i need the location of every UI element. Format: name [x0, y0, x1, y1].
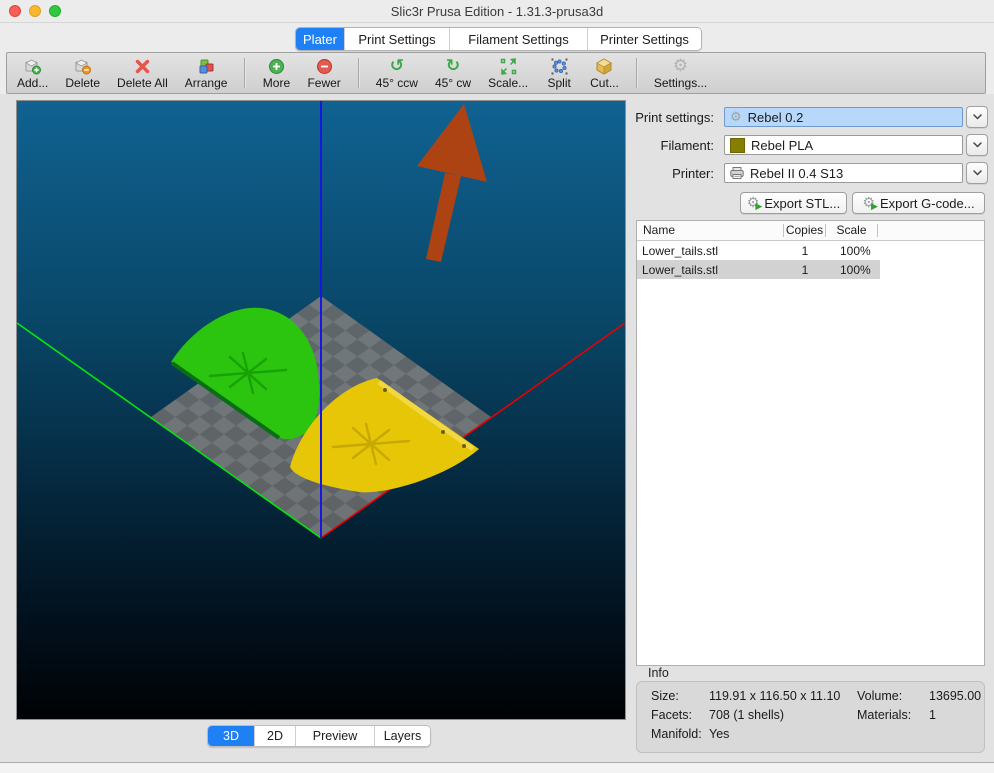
table-row-selected[interactable]: Lower_tails.stl 1 100% [637, 260, 984, 279]
print-settings-label: Print settings: [564, 110, 714, 125]
delete-all-icon [134, 57, 151, 76]
tab-plater[interactable]: Plater [296, 28, 344, 50]
info-section-title: Info [648, 666, 669, 680]
facets-value: 708 (1 shells) [709, 708, 857, 727]
table-row[interactable]: Lower_tails.stl 1 100% [637, 241, 984, 260]
add-button[interactable]: Add... [17, 57, 48, 89]
printer-label: Printer: [564, 166, 714, 181]
fewer-button[interactable]: Fewer [307, 57, 340, 89]
volume-label: Volume: [857, 689, 929, 708]
cut-cube-icon [595, 57, 613, 76]
tab-print-settings[interactable]: Print Settings [344, 28, 449, 50]
filament-dropdown-button[interactable] [966, 134, 988, 156]
main-tabs: Plater Print Settings Filament Settings … [295, 27, 702, 51]
window-title: Slic3r Prusa Edition - 1.31.3-prusa3d [0, 4, 994, 19]
toolbar: Add... Delete Delete All Arrange More [6, 52, 986, 94]
settings-button[interactable]: ⚙ Settings... [654, 57, 707, 89]
mode-3d-button[interactable]: 3D [208, 726, 254, 746]
status-bar [0, 763, 994, 773]
column-header-scale[interactable]: Scale [826, 224, 878, 237]
chevron-down-icon [973, 170, 982, 176]
arrange-cubes-icon [197, 57, 215, 76]
printer-icon [730, 167, 744, 179]
package-add-icon [24, 57, 42, 76]
app-window: Slic3r Prusa Edition - 1.31.3-prusa3d Pl… [0, 0, 994, 773]
titlebar: Slic3r Prusa Edition - 1.31.3-prusa3d [0, 0, 994, 23]
split-button[interactable]: Split [545, 57, 573, 89]
export-gear-icon: ⚙▶ [862, 196, 875, 210]
object-list: Name Copies Scale Lower_tails.stl 1 100%… [636, 220, 985, 666]
manifold-label: Manifold: [651, 727, 709, 746]
gear-icon: ⚙ [673, 57, 688, 76]
mode-preview-button[interactable]: Preview [295, 726, 374, 746]
manifold-value: Yes [709, 727, 857, 746]
export-stl-button[interactable]: ⚙▶ Export STL... [740, 192, 847, 214]
mode-2d-button[interactable]: 2D [254, 726, 295, 746]
rotate-ccw-icon: ↺ [390, 57, 404, 76]
column-header-name[interactable]: Name [637, 224, 784, 237]
view-mode-switch: 3D 2D Preview Layers [207, 725, 431, 747]
printer-dropdown-button[interactable] [966, 162, 988, 184]
print-settings-dropdown-button[interactable] [966, 106, 988, 128]
gear-icon: ⚙ [730, 111, 742, 124]
3d-scene [17, 101, 625, 719]
filament-label: Filament: [564, 138, 714, 153]
rotate-ccw-button[interactable]: ↺ 45° ccw [376, 57, 418, 89]
export-gcode-button[interactable]: ⚙▶ Export G-code... [852, 192, 985, 214]
materials-label: Materials: [857, 708, 929, 727]
cut-button[interactable]: Cut... [590, 57, 619, 89]
rotate-cw-button[interactable]: ↻ 45° cw [435, 57, 471, 89]
mode-layers-button[interactable]: Layers [374, 726, 430, 746]
delete-all-button[interactable]: Delete All [117, 57, 168, 89]
export-gear-icon: ⚙▶ [747, 196, 760, 210]
toolbar-separator [358, 58, 359, 88]
3d-viewport[interactable] [16, 100, 626, 720]
column-header-copies[interactable]: Copies [784, 224, 826, 237]
info-panel: Size: 119.91 x 116.50 x 11.10 Volume: 13… [636, 681, 985, 753]
chevron-down-icon [973, 142, 982, 148]
tab-filament-settings[interactable]: Filament Settings [449, 28, 587, 50]
printer-combo[interactable]: Rebel II 0.4 S13 [724, 163, 963, 183]
minus-circle-icon [316, 57, 333, 76]
filament-combo[interactable]: Rebel PLA [724, 135, 963, 155]
split-dots-icon [551, 57, 568, 76]
volume-value: 13695.00 [929, 689, 984, 708]
chevron-down-icon [973, 114, 982, 120]
scale-button[interactable]: Scale... [488, 57, 528, 89]
rotate-cw-icon: ↻ [446, 57, 460, 76]
more-button[interactable]: More [262, 57, 290, 89]
tab-printer-settings[interactable]: Printer Settings [587, 28, 701, 50]
size-label: Size: [651, 689, 709, 708]
filament-color-swatch [730, 138, 745, 153]
facets-label: Facets: [651, 708, 709, 727]
plus-circle-icon [268, 57, 285, 76]
package-remove-icon [74, 57, 92, 76]
toolbar-separator [636, 58, 637, 88]
scale-arrows-icon [500, 57, 517, 76]
object-list-header: Name Copies Scale [637, 221, 984, 241]
toolbar-separator [244, 58, 245, 88]
delete-button[interactable]: Delete [65, 57, 100, 89]
print-settings-combo[interactable]: ⚙ Rebel 0.2 [724, 107, 963, 127]
arrange-button[interactable]: Arrange [185, 57, 228, 89]
size-value: 119.91 x 116.50 x 11.10 [709, 689, 857, 708]
materials-value: 1 [929, 708, 984, 727]
